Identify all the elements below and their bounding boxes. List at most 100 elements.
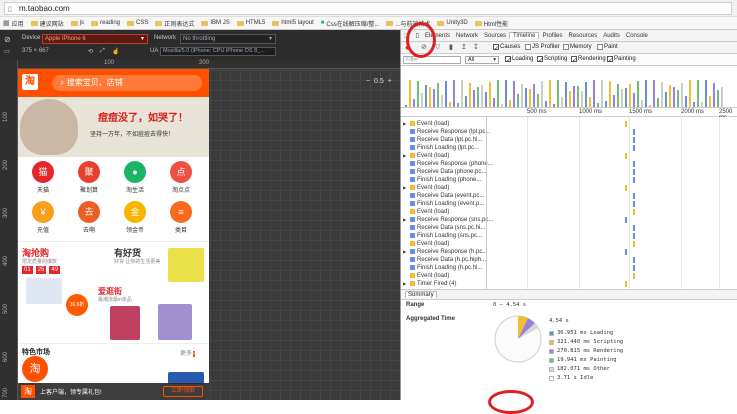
bookmark-js[interactable]: js [70,20,84,26]
bookmark-html5-layout[interactable]: html5 layout [272,20,314,26]
overview-bar [445,81,447,107]
category-icon[interactable]: 聚 [78,161,100,183]
filter-input[interactable]: Filter [403,56,461,64]
checkbox[interactable] [597,44,603,50]
event-color-swatch [410,257,415,262]
category-icon[interactable]: 金 [124,201,146,223]
legend-item: 182.071 ms Other [549,366,610,372]
zoom-to-fit-icon[interactable]: ⤢ [100,48,105,55]
discount-badge: 36.6折 [66,294,88,316]
user-agent-field[interactable]: Mozilla/5.0 (iPhone; CPU iPhone OS 8_... [160,47,276,56]
expand-arrow-icon[interactable]: ▶ [403,281,408,286]
overview-bar [497,80,499,107]
expand-arrow-icon[interactable]: ▶ [403,121,408,126]
promo-banner[interactable]: 痘痘没了，如哭了！ 坚持一万年，不如痘痘去得快！ [18,97,209,157]
product-image[interactable] [158,304,192,340]
time-tick: 500 ms [527,109,547,115]
bookmark-ibmjs[interactable]: IBM JS [201,20,230,26]
tab-summary[interactable]: Summary [405,291,437,298]
touch-icon[interactable]: ☝ [112,48,119,55]
resolution[interactable]: 375 × 667 [22,48,49,54]
rotate-icon[interactable]: ⟲ [88,48,93,55]
filter-icon[interactable]: ▽ [435,43,440,51]
url-field[interactable]: ▯ m.taobao.com [4,2,732,15]
event-label: Receive Data (event.pc... [417,192,485,199]
claim-button[interactable]: 立即领取 [163,386,203,397]
network-select[interactable]: No throttling ▾ [180,34,276,44]
category-icon[interactable]: 点 [170,161,192,183]
taobao-logo[interactable]: 淘 [22,74,38,90]
bookmark-suggested[interactable]: 建议网站 [30,19,64,28]
checkbox-checked[interactable]: ✓ [571,56,577,64]
tab-timeline[interactable]: Timeline [509,32,540,39]
checkbox-checked[interactable]: ✓ [493,44,499,52]
bookmark-html5[interactable]: HTML5 [236,20,265,26]
expand-arrow-icon[interactable]: ▶ [403,217,408,222]
option-js-profiler[interactable]: JS Profiler [525,44,560,50]
event-color-swatch [410,217,415,222]
category-icon[interactable]: ● [124,161,146,183]
footer-logo: 淘 [21,385,35,398]
expand-arrow-icon[interactable]: ▶ [403,185,408,190]
bookmark-regex[interactable]: 正则表达式 [155,19,194,28]
option-paint[interactable]: Paint [597,44,618,50]
filter-loading[interactable]: ✓ Loading [505,56,533,64]
filter-rendering[interactable]: ✓ Rendering [571,56,606,64]
expand-arrow-icon[interactable]: ▶ [403,249,408,254]
device-select[interactable]: Apple iPhone 6 ▾ [42,34,148,44]
tab-resources[interactable]: Resources [566,33,601,39]
bookmark-unity[interactable]: Unity3D [437,20,468,26]
event-color-swatch [410,225,415,230]
filter-painting[interactable]: ✓ Painting [607,56,636,64]
more-link[interactable]: 更多› [180,348,196,357]
zoom-in-icon[interactable]: + [388,78,392,85]
device-label: Device [22,35,41,41]
legend-label: 19.941 ms Painting [557,357,617,363]
tab-network[interactable]: Network [453,33,481,39]
tab-console[interactable]: Console [623,33,651,39]
event-label: Receive Response (phone... [417,160,493,167]
market-logo[interactable]: 淘 [22,356,48,382]
tab-profiles[interactable]: Profiles [539,33,565,39]
checkbox[interactable] [525,44,531,50]
checkbox-checked[interactable]: ✓ [607,56,613,64]
checkbox-checked[interactable]: ✓ [537,56,543,64]
checkbox-checked[interactable]: ✓ [505,56,511,64]
category-icon[interactable]: ¥ [32,201,54,223]
category-icon[interactable]: 去 [78,201,100,223]
garbage-icon[interactable]: ▮ [449,43,453,51]
bookmark-html-perf[interactable]: Html性能 [474,19,508,28]
event-marker [633,233,635,239]
tab-sources[interactable]: Sources [481,33,509,39]
column-divider[interactable] [486,117,487,289]
option-causes[interactable]: ✓ Causes [493,44,520,52]
timeline-overview[interactable] [401,66,737,108]
search-bar[interactable]: ⌕ 搜索宝贝、店铺 [52,75,202,91]
filter-select[interactable]: All ▾ [465,56,499,64]
overview-bar [717,90,719,107]
event-row[interactable]: ▶ Timer Fired (4) [403,279,456,288]
bookmark-css-tool[interactable]: ■ Css在线解压缩/整... [321,19,380,28]
zoom-control[interactable]: − 0.5 + [366,78,392,85]
checkbox[interactable] [563,44,569,50]
product-image[interactable] [168,248,204,282]
bookmark-reading[interactable]: reading [91,20,120,26]
category-icon[interactable]: ≡ [170,201,192,223]
event-color-swatch [410,161,415,166]
tab-audits[interactable]: Audits [600,33,623,39]
zoom-out-icon[interactable]: − [366,78,370,85]
zoom-icon[interactable]: ↥ [461,43,467,51]
overview-bar [405,105,407,107]
product-image[interactable] [110,306,140,340]
expand-arrow-icon[interactable]: ▶ [403,153,408,158]
product-image[interactable] [26,278,62,304]
filter-scripting[interactable]: ✓ Scripting [537,56,567,64]
option-memory[interactable]: Memory [563,44,592,50]
screen-icon[interactable]: ▭ [4,48,10,55]
event-label: Event (load) [417,184,450,191]
bookmark-css[interactable]: CSS [127,20,148,26]
category-icon[interactable]: 猫 [32,161,54,183]
bookmark-apps[interactable]: ▦ 应用 [3,19,24,28]
download-icon[interactable]: ↧ [473,43,479,51]
device-mode-icon[interactable]: ⊘ [4,35,11,44]
